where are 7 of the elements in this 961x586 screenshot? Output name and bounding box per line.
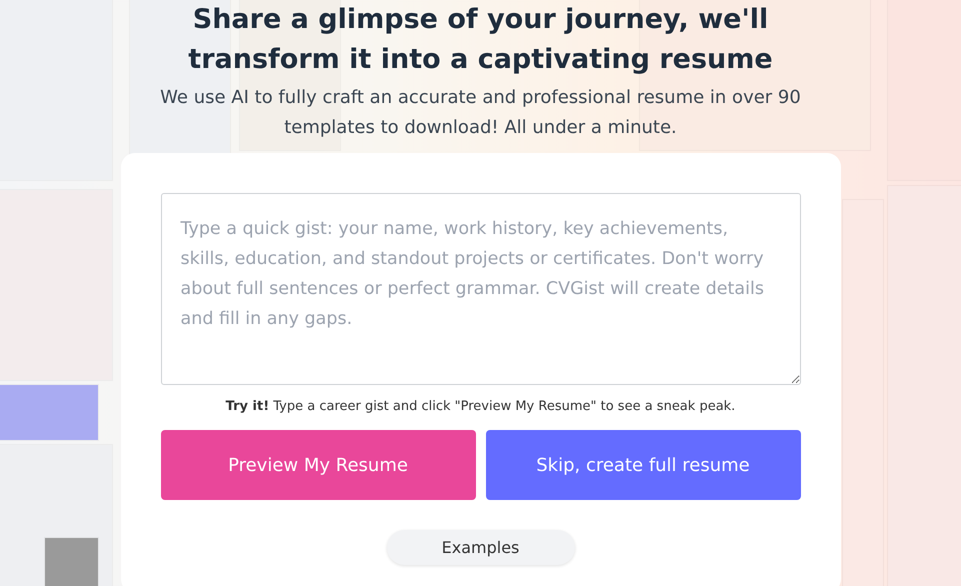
gist-input-field[interactable]: Type a quick gist: your name, work history, key achievements, skills, education, and standout projects or certificates. Don't worry about full sentences or perfect grammar. CVGist will create details and fill in any gaps. <box>160 193 800 385</box>
skip-button[interactable]: Skip, create full resume <box>486 430 800 500</box>
hint-text: Try it! Type a career gist and click "Preview My Resume" to see a sneak peak. <box>226 399 736 414</box>
page-heading: Share a glimpse of your journey, we'll transform it into a captivating resume <box>187 3 774 77</box>
preview-button[interactable]: Preview My Resume <box>160 430 476 500</box>
subtitle: We use AI to fully craft an accurate and professional resume in over 90 templates to download! All under a minute. <box>159 86 802 140</box>
examples-button[interactable]: Examples <box>386 530 574 565</box>
